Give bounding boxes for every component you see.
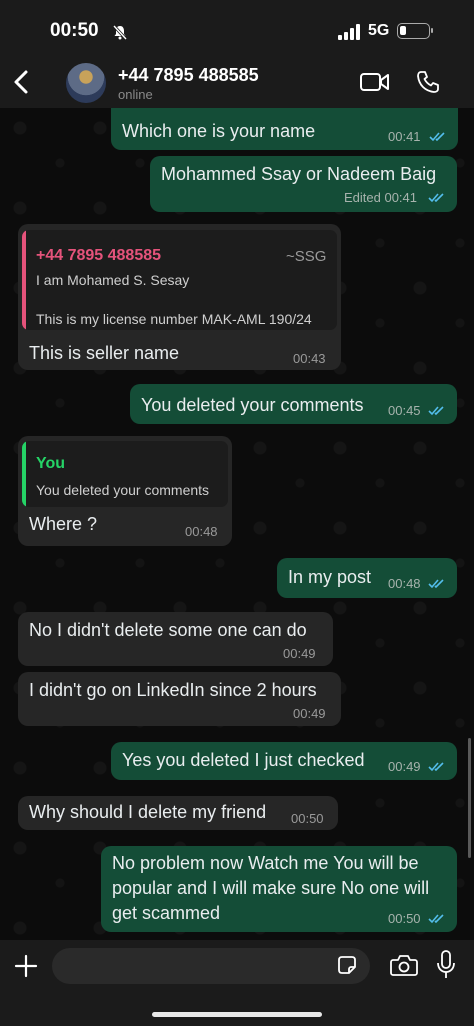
chat-screen: 00:50 5G +44 7895 488585 online Which on… — [0, 0, 474, 1026]
status-bar: 00:50 5G — [0, 0, 474, 62]
double-check-icon — [429, 132, 445, 142]
camera-icon[interactable] — [390, 953, 418, 977]
message-text: Mohammed Ssay or Nadeem Baig — [161, 164, 437, 184]
message-time: 00:49 — [293, 706, 326, 721]
message-time: 00:49 — [388, 759, 421, 774]
chevron-left-icon[interactable] — [10, 66, 34, 98]
video-call-icon[interactable] — [360, 72, 390, 92]
quote-bar — [22, 441, 26, 507]
message-time: 00:49 — [283, 646, 316, 661]
home-indicator — [152, 1012, 322, 1017]
quote-sender: You — [36, 455, 66, 472]
message-outgoing[interactable]: Yes you deleted I just checked 00:49 — [111, 742, 457, 780]
message-text: In my post — [288, 567, 372, 587]
double-check-icon — [428, 579, 444, 589]
message-time: 00:43 — [293, 351, 326, 366]
message-text: You deleted your comments — [141, 395, 364, 415]
message-text: Where ? — [29, 514, 98, 534]
message-time: 00:48 — [185, 524, 218, 539]
message-time: 00:50 — [388, 911, 421, 926]
message-text: No problem now Watch me You will be — [112, 853, 419, 873]
message-incoming[interactable]: I didn't go on LinkedIn since 2 hours 00… — [18, 672, 341, 726]
message-incoming[interactable]: You You deleted your comments Where ? 00… — [18, 436, 232, 546]
quoted-message[interactable]: +44 7895 488585 ~SSG I am Mohamed S. Ses… — [22, 230, 337, 330]
double-check-icon — [428, 914, 444, 924]
double-check-icon — [428, 762, 444, 772]
double-check-icon — [428, 406, 444, 416]
message-time: Edited 00:41 — [344, 190, 418, 205]
quote-text: You deleted your comments — [36, 482, 210, 498]
message-incoming[interactable]: +44 7895 488585 ~SSG I am Mohamed S. Ses… — [18, 224, 341, 370]
message-incoming[interactable]: No I didn't delete some one can do 00:49 — [18, 612, 333, 666]
message-outgoing[interactable]: In my post 00:48 — [277, 558, 457, 598]
message-outgoing[interactable]: Which one is your name 00:41 — [111, 108, 458, 150]
mic-icon[interactable] — [436, 950, 456, 980]
avatar[interactable] — [66, 63, 106, 103]
battery-icon — [397, 23, 433, 39]
message-text: No I didn't delete some one can do — [29, 620, 307, 640]
message-outgoing[interactable]: No problem now Watch me You will be popu… — [101, 846, 457, 932]
quote-sender: +44 7895 488585 — [36, 247, 162, 264]
chat-header: +44 7895 488585 online — [0, 56, 474, 108]
double-check-icon — [428, 193, 444, 203]
plus-icon[interactable] — [14, 954, 38, 978]
network-type: 5G — [368, 22, 390, 39]
contact-status: online — [118, 87, 153, 102]
message-outgoing[interactable]: You deleted your comments 00:45 — [130, 384, 457, 424]
contact-name[interactable]: +44 7895 488585 — [118, 65, 259, 86]
quote-bar — [22, 230, 26, 330]
message-text: popular and I will make sure No one will — [112, 878, 430, 898]
status-time: 00:50 — [50, 20, 99, 41]
message-text: Yes you deleted I just checked — [122, 750, 365, 770]
message-outgoing[interactable]: Mohammed Ssay or Nadeem Baig Edited 00:4… — [150, 156, 457, 212]
message-time: 00:41 — [388, 129, 421, 144]
composer-bar — [0, 940, 474, 1026]
quote-tag: ~SSG — [286, 248, 327, 265]
message-text: I didn't go on LinkedIn since 2 hours — [29, 680, 317, 700]
quote-text: I am Mohamed S. Sesay — [36, 272, 190, 288]
message-time: 00:45 — [388, 403, 421, 418]
message-incoming[interactable]: Why should I delete my friend 00:50 — [18, 796, 338, 830]
message-text: This is seller name — [29, 343, 180, 363]
message-input[interactable] — [52, 948, 370, 984]
message-time: 00:50 — [291, 811, 324, 826]
signal-icon — [338, 24, 360, 40]
message-text: get scammed — [112, 903, 221, 923]
message-time: 00:48 — [388, 576, 421, 591]
quoted-message[interactable]: You You deleted your comments — [22, 441, 228, 507]
sticker-icon[interactable] — [336, 954, 358, 976]
message-text: Which one is your name — [122, 121, 316, 141]
bell-slash-icon — [112, 24, 128, 40]
phone-icon[interactable] — [416, 70, 440, 94]
quote-text: This is my license number MAK-AML 190/24 — [36, 311, 312, 327]
scrollbar[interactable] — [468, 738, 471, 858]
message-text: Why should I delete my friend — [29, 802, 267, 822]
